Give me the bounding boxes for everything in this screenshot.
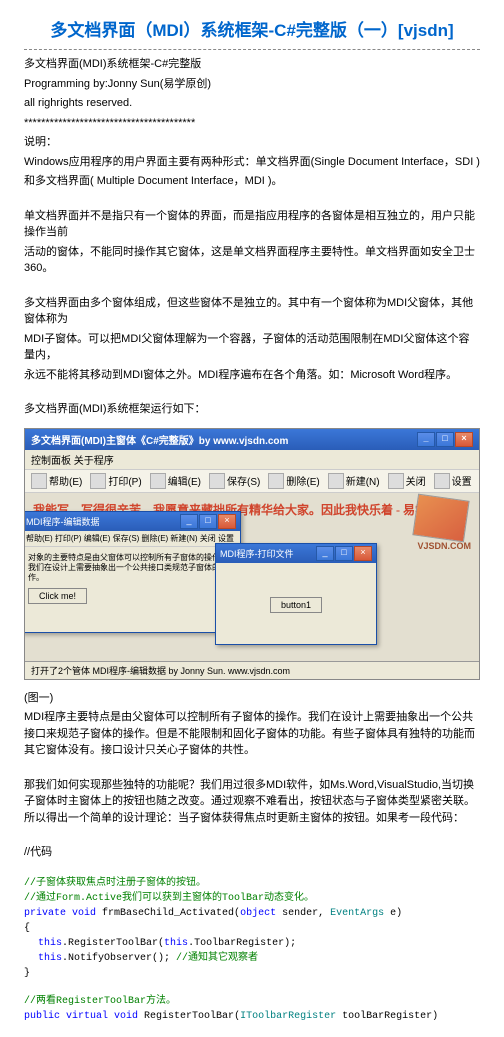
window-controls: _ □ × — [417, 432, 473, 447]
button1-button[interactable]: button1 — [270, 597, 322, 613]
page-title: 多文档界面（MDI）系统框架-C#完整版（一）[vjsdn] — [24, 16, 480, 41]
tb-delete[interactable]: 删除(E) — [268, 473, 319, 489]
body-para-1: MDI程序主要特点是由父窗体可以控制所有子窗体的操作。我们在设计上需要抽象出一个… — [24, 709, 480, 759]
child-window-edit[interactable]: MDI程序-编辑数据 _ □ × 帮助(E) 打印(P) 编辑(E) 保存(S)… — [24, 511, 241, 633]
child2-min-icon[interactable]: _ — [316, 546, 334, 561]
figure-caption: (图一) — [24, 690, 480, 707]
para-single-1: 单文档界面并不是指只有一个窗体的界面，而是指应用程序的各窗体是相互独立的，用户只… — [24, 208, 480, 241]
body-para-2: 那我们如何实现那些独特的功能呢？我们用过很多MDI软件，如Ms.Word,Vis… — [24, 777, 480, 827]
child1-max-icon[interactable]: □ — [199, 514, 217, 529]
main-title-text: 多文档界面(MDI)主窗体《C#完整版》by www.vjsdn.com — [31, 432, 288, 447]
para-run-as: 多文档界面(MDI)系统框架运行如下： — [24, 401, 480, 418]
code-notify: this.NotifyObserver(); //通知其它观察者 — [24, 952, 480, 966]
code-comment-1: //子窗体获取焦点时注册子窗体的按钮。 — [24, 877, 480, 891]
code-brace-close: } — [24, 967, 480, 981]
code-comment-2: //通过Form.Active我们可以获到主窗体的ToolBar动态变化。 — [24, 892, 480, 906]
statusbar: 打开了2个管体 MDI程序-编辑数据 by Jonny Sun. www.vjs… — [25, 661, 479, 679]
toolbar: 帮助(E) 打印(P) 编辑(E) 保存(S) 删除(E) 新建(N) 关闭 设… — [25, 470, 479, 493]
mdi-client-area: 我能写，写得很辛苦，我愿意来藏拙所有精华给大家。因此我快乐着 - 易学原创 VJ… — [25, 493, 479, 669]
child1-min-icon[interactable]: _ — [180, 514, 198, 529]
maximize-icon[interactable]: □ — [436, 432, 454, 447]
rights-reserved: all righrights reserved. — [24, 95, 480, 112]
shuoming-label: 说明： — [24, 134, 480, 151]
tb-close[interactable]: 关闭 — [388, 473, 426, 489]
code-brace-open: { — [24, 922, 480, 936]
child1-text: 对象的主要特点是由父窗体可以控制所有子窗体的操作。我们在设计上需要抽象出一个公共… — [28, 553, 234, 584]
logo-text: VJSDN.COM — [417, 541, 471, 551]
code-comment-3: //两看RegisterToolBar方法。 — [24, 995, 480, 1009]
code-method-sig-2: public virtual void RegisterToolBar(IToo… — [24, 1010, 480, 1024]
child1-title: MDI程序-编辑数据 — [26, 515, 100, 528]
tb-help[interactable]: 帮助(E) — [31, 473, 82, 489]
close-icon[interactable]: × — [455, 432, 473, 447]
para-mdi-2: MDI子窗体。可以把MDI父窗体理解为一个容器，子窗体的活动范围限制在MDI父窗… — [24, 331, 480, 364]
code-method-sig: private void frmBaseChild_Activated(obje… — [24, 907, 480, 921]
para-sdi-2: 和多文档界面( Multiple Document Interface，MDI … — [24, 173, 480, 190]
hr-top — [24, 49, 480, 50]
tb-save[interactable]: 保存(S) — [209, 473, 260, 489]
child2-title: MDI程序-打印文件 — [220, 547, 294, 560]
tb-new[interactable]: 新建(N) — [328, 473, 380, 489]
app-screenshot: 多文档界面(MDI)主窗体《C#完整版》by www.vjsdn.com _ □… — [24, 428, 480, 680]
stars-divider: **************************************** — [24, 115, 480, 132]
click-me-button[interactable]: Click me! — [28, 588, 87, 604]
para-single-2: 活动的窗体，不能同时操作其它窗体，这是单文档界面程序主要特性。单文档界面如安全卫… — [24, 244, 480, 277]
heading-text: 多文档界面(MDI)系统框架-C#完整版 — [24, 56, 480, 73]
child-window-print[interactable]: MDI程序-打印文件 _ □ × button1 — [215, 543, 377, 645]
para-mdi-3: 永远不能将其移动到MDI窗体之外。MDI程序遍布在各个角落。如：Microsof… — [24, 367, 480, 384]
child1-close-icon[interactable]: × — [218, 514, 236, 529]
tb-print[interactable]: 打印(P) — [90, 473, 141, 489]
tb-settings[interactable]: 设置 — [434, 473, 472, 489]
child2-max-icon[interactable]: □ — [335, 546, 353, 561]
code-heading: //代码 — [24, 844, 480, 861]
logo-icon — [412, 493, 469, 542]
child2-close-icon[interactable]: × — [354, 546, 372, 561]
menubar[interactable]: 控制面板 关于程序 — [25, 450, 479, 470]
code-register: this.RegisterToolBar(this.ToolbarRegiste… — [24, 937, 480, 951]
programming-by: Programming by:Jonny Sun(易学原创) — [24, 76, 480, 93]
minimize-icon[interactable]: _ — [417, 432, 435, 447]
child1-toolbar: 帮助(E) 打印(P) 编辑(E) 保存(S) 删除(E) 新建(N) 关闭 设… — [24, 531, 240, 547]
para-sdi-1: Windows应用程序的用户界面主要有两种形式：单文档界面(Single Doc… — [24, 154, 480, 171]
main-titlebar: 多文档界面(MDI)主窗体《C#完整版》by www.vjsdn.com _ □… — [25, 429, 479, 450]
para-mdi-1: 多文档界面由多个窗体组成，但这些窗体不是独立的。其中有一个窗体称为MDI父窗体，… — [24, 295, 480, 328]
tb-edit[interactable]: 编辑(E) — [150, 473, 201, 489]
